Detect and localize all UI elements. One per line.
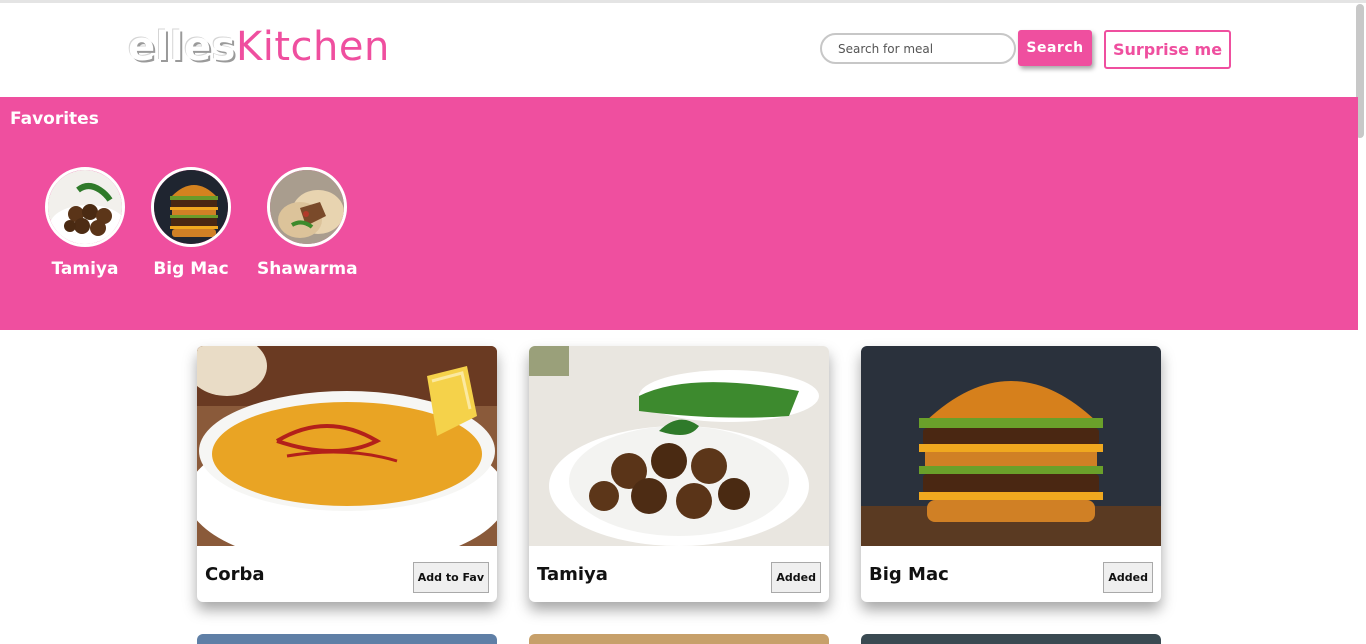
meal-name: Corba (205, 564, 265, 585)
meal-name: Tamiya (537, 564, 608, 585)
favorite-item-big-mac[interactable]: Big Mac (151, 167, 231, 279)
meal-card-row2-2[interactable] (529, 634, 829, 644)
add-to-fav-button[interactable]: Add to Fav (412, 562, 489, 593)
favorite-image-big-mac[interactable] (151, 167, 231, 247)
search-input[interactable] (820, 33, 1016, 64)
favorite-item-shawarma[interactable]: Shawarma (257, 167, 358, 279)
favorite-item-tamiya[interactable]: Tamiya (45, 167, 125, 279)
favorite-name: Tamiya (51, 259, 119, 279)
logo-part-elles: elles (128, 24, 236, 70)
favorite-name: Big Mac (153, 259, 229, 279)
favorites-title: Favorites (10, 109, 99, 129)
favorite-name: Shawarma (257, 259, 358, 279)
meal-card-big-mac[interactable]: Big Mac Added (861, 346, 1161, 602)
meal-image-tamiya[interactable] (529, 346, 829, 546)
meal-name: Big Mac (869, 564, 949, 585)
search-button[interactable]: Search (1018, 30, 1092, 66)
meal-card-row2-3[interactable] (861, 634, 1161, 644)
added-button[interactable]: Added (1103, 562, 1153, 593)
site-logo[interactable]: ellesKitchen (128, 23, 390, 71)
meal-card-corba[interactable]: Corba Add to Fav (197, 346, 497, 602)
favorites-section: Favorites Tamiya Big Mac Shawarma (0, 97, 1358, 330)
meal-card-tamiya[interactable]: Tamiya Added (529, 346, 829, 602)
favorite-image-shawarma[interactable] (267, 167, 348, 247)
logo-part-kitchen: Kitchen (236, 24, 390, 70)
favorite-image-tamiya[interactable] (45, 167, 125, 247)
meal-image-corba[interactable] (197, 346, 497, 546)
site-header: ellesKitchen Search Surprise me (0, 3, 1358, 97)
added-button[interactable]: Added (771, 562, 821, 593)
meal-card-row2-1[interactable] (197, 634, 497, 644)
surprise-me-button[interactable]: Surprise me (1104, 30, 1231, 69)
meal-image-big-mac[interactable] (861, 346, 1161, 546)
